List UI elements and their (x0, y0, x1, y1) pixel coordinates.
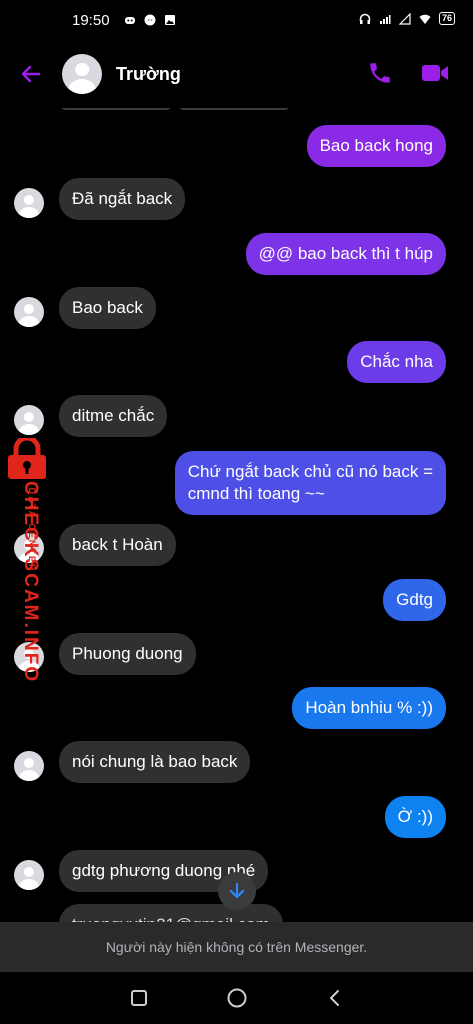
gallery-icon (164, 15, 175, 25)
arrow-down-icon (229, 882, 245, 899)
back-nav-icon[interactable] (325, 988, 345, 1008)
battery-indicator: 76 (438, 12, 455, 25)
scroll-to-bottom-button[interactable] (218, 872, 256, 910)
status-system-icons: 76 (359, 12, 455, 25)
incoming-message[interactable]: nói chung là bao back (59, 741, 251, 783)
sender-avatar[interactable] (14, 297, 44, 327)
home-icon[interactable] (226, 987, 248, 1009)
outgoing-message[interactable]: Chắc nha (347, 341, 446, 383)
system-navigation-bar (0, 972, 473, 1024)
discord-icon (124, 17, 135, 24)
outgoing-message[interactable]: Gdtg (383, 579, 446, 621)
contact-name[interactable]: Trường (116, 64, 181, 85)
wifi-icon (419, 14, 431, 24)
contact-avatar[interactable] (62, 54, 102, 94)
messenger-icon (144, 14, 156, 26)
outgoing-message[interactable]: Bao back hong (306, 125, 446, 167)
sender-avatar[interactable] (14, 751, 44, 781)
incoming-message[interactable]: Phuong duong (59, 633, 196, 675)
incoming-message[interactable]: Bao back (59, 287, 156, 329)
conversation-header: Trường (0, 40, 473, 108)
signal-bars-icon (379, 14, 391, 24)
outgoing-message[interactable]: Chứ ngắt back chủ cũ nó back = cmnd thì … (174, 451, 446, 515)
sender-avatar[interactable] (14, 188, 44, 218)
sender-avatar[interactable] (14, 860, 44, 890)
back-arrow-icon[interactable] (19, 62, 43, 86)
incoming-message[interactable]: ditme chắc (59, 395, 168, 437)
outgoing-message[interactable]: Ờ :)) (384, 796, 446, 838)
outgoing-message[interactable]: @@ bao back thì t húp (245, 233, 446, 275)
sender-avatar[interactable] (14, 405, 44, 435)
incoming-message[interactable]: back t Hoàn (59, 524, 176, 566)
video-camera-icon[interactable] (421, 62, 449, 84)
unavailable-banner: Người này hiện không có trên Messenger. (0, 922, 473, 972)
status-notification-icons (124, 14, 176, 26)
recent-apps-icon[interactable] (129, 988, 149, 1008)
outgoing-message[interactable]: Hoàn bnhiu % :)) (292, 687, 446, 729)
headphones-icon (359, 13, 371, 24)
mobile-signal-icon (398, 12, 411, 25)
phone-icon[interactable] (367, 60, 393, 86)
watermark-text: CHECKSCAM.INFO (20, 481, 41, 684)
status-time: 19:50 (72, 11, 110, 29)
incoming-message[interactable]: Đã ngắt back (59, 178, 186, 220)
status-bar: 19:50 76 (0, 0, 473, 40)
